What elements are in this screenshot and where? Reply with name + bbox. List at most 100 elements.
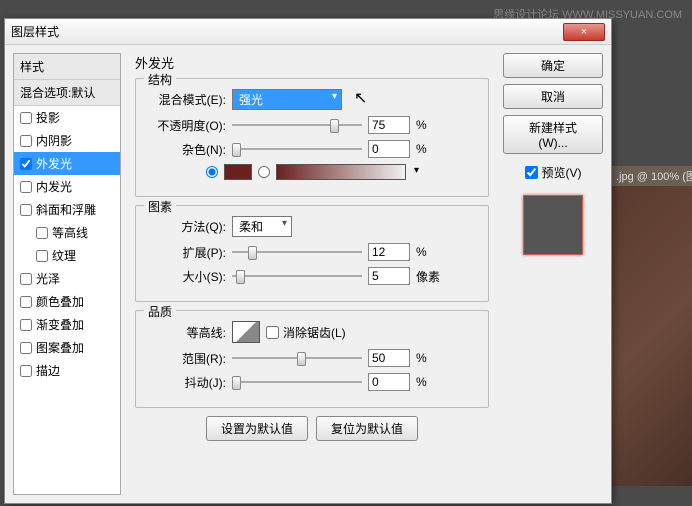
style-item-checkbox[interactable] <box>20 296 32 308</box>
preview-checkbox[interactable]: 预览(V) <box>503 164 603 181</box>
antialias-checkbox[interactable]: 消除锯齿(L) <box>266 324 346 341</box>
jitter-input[interactable] <box>368 373 410 391</box>
new-style-button[interactable]: 新建样式(W)... <box>503 115 603 154</box>
preview-swatch <box>523 195 583 255</box>
style-item-checkbox[interactable] <box>20 365 32 377</box>
contour-picker[interactable] <box>232 321 260 343</box>
center-panel: 外发光 结构 混合模式(E): 强光 不透明度(O): % 杂色(N): <box>129 53 495 495</box>
set-default-button[interactable]: 设置为默认值 <box>206 416 308 441</box>
preview-label: 预览(V) <box>542 164 582 181</box>
style-item-checkbox[interactable] <box>20 319 32 331</box>
style-item-label: 图案叠加 <box>36 339 84 356</box>
style-item-label: 渐变叠加 <box>36 316 84 333</box>
elements-group: 图素 方法(Q): 柔和 扩展(P): % 大小(S): 像素 <box>135 205 489 302</box>
jitter-unit: % <box>416 375 442 389</box>
style-item-7[interactable]: 光泽 <box>14 267 120 290</box>
preview-check-input[interactable] <box>525 166 538 179</box>
style-item-checkbox[interactable] <box>20 158 32 170</box>
bg-document-tab: .jpg @ 100% (图层 1 <box>612 166 692 186</box>
style-item-label: 纹理 <box>52 247 76 264</box>
style-item-checkbox[interactable] <box>20 204 32 216</box>
structure-group: 结构 混合模式(E): 强光 不透明度(O): % 杂色(N): % <box>135 78 489 197</box>
style-item-checkbox[interactable] <box>20 273 32 285</box>
spread-unit: % <box>416 245 442 259</box>
style-item-checkbox[interactable] <box>20 181 32 193</box>
range-unit: % <box>416 351 442 365</box>
style-item-6[interactable]: 纹理 <box>14 244 120 267</box>
style-item-9[interactable]: 渐变叠加 <box>14 313 120 336</box>
reset-default-button[interactable]: 复位为默认值 <box>316 416 418 441</box>
spread-input[interactable] <box>368 243 410 261</box>
right-panel: 确定 取消 新建样式(W)... 预览(V) <box>503 53 603 495</box>
style-item-1[interactable]: 内阴影 <box>14 129 120 152</box>
style-item-2[interactable]: 外发光 <box>14 152 120 175</box>
size-input[interactable] <box>368 267 410 285</box>
style-item-10[interactable]: 图案叠加 <box>14 336 120 359</box>
quality-group: 品质 等高线: 消除锯齿(L) 范围(R): % 抖动(J): <box>135 310 489 408</box>
noise-unit: % <box>416 142 442 156</box>
style-item-label: 投影 <box>36 109 60 126</box>
size-unit: 像素 <box>416 268 442 285</box>
range-label: 范围(R): <box>146 350 226 367</box>
solid-color-radio[interactable] <box>206 166 218 178</box>
elements-group-title: 图素 <box>144 198 176 215</box>
style-item-checkbox[interactable] <box>20 135 32 147</box>
style-item-3[interactable]: 内发光 <box>14 175 120 198</box>
style-item-label: 光泽 <box>36 270 60 287</box>
spread-label: 扩展(P): <box>146 244 226 261</box>
style-item-checkbox[interactable] <box>36 250 48 262</box>
dialog-title: 图层样式 <box>11 23 563 40</box>
size-label: 大小(S): <box>146 268 226 285</box>
gradient-picker[interactable] <box>276 164 406 180</box>
contour-label: 等高线: <box>146 324 226 341</box>
range-slider[interactable] <box>232 357 362 359</box>
noise-input[interactable] <box>368 140 410 158</box>
color-swatch[interactable] <box>224 164 252 180</box>
style-item-checkbox[interactable] <box>36 227 48 239</box>
style-item-8[interactable]: 颜色叠加 <box>14 290 120 313</box>
spread-slider[interactable] <box>232 251 362 253</box>
style-item-4[interactable]: 斜面和浮雕 <box>14 198 120 221</box>
size-slider[interactable] <box>232 275 362 277</box>
jitter-label: 抖动(J): <box>146 374 226 391</box>
style-item-label: 等高线 <box>52 224 88 241</box>
blend-mode-label: 混合模式(E): <box>146 91 226 108</box>
structure-group-title: 结构 <box>144 71 176 88</box>
panel-title: 外发光 <box>135 53 489 72</box>
style-item-checkbox[interactable] <box>20 342 32 354</box>
bg-texture-image <box>612 186 692 486</box>
style-item-label: 外发光 <box>36 155 72 172</box>
blending-options-default[interactable]: 混合选项:默认 <box>14 80 120 106</box>
style-item-label: 内发光 <box>36 178 72 195</box>
close-button[interactable]: × <box>563 23 605 41</box>
blend-mode-dropdown[interactable]: 强光 <box>232 89 342 110</box>
style-item-5[interactable]: 等高线 <box>14 221 120 244</box>
ok-button[interactable]: 确定 <box>503 53 603 78</box>
style-item-11[interactable]: 描边 <box>14 359 120 382</box>
opacity-slider[interactable] <box>232 124 362 126</box>
jitter-slider[interactable] <box>232 381 362 383</box>
opacity-unit: % <box>416 118 442 132</box>
gradient-radio[interactable] <box>258 166 270 178</box>
style-item-label: 描边 <box>36 362 60 379</box>
cancel-button[interactable]: 取消 <box>503 84 603 109</box>
opacity-label: 不透明度(O): <box>146 117 226 134</box>
style-list-header[interactable]: 样式 <box>14 54 120 80</box>
style-item-label: 内阴影 <box>36 132 72 149</box>
style-item-label: 斜面和浮雕 <box>36 201 96 218</box>
quality-group-title: 品质 <box>144 303 176 320</box>
range-input[interactable] <box>368 349 410 367</box>
method-dropdown[interactable]: 柔和 <box>232 216 292 237</box>
layer-style-dialog: 图层样式 × 样式 混合选项:默认 投影内阴影外发光内发光斜面和浮雕等高线纹理光… <box>4 18 612 504</box>
antialias-label: 消除锯齿(L) <box>283 324 346 341</box>
titlebar: 图层样式 × <box>5 19 611 45</box>
method-label: 方法(Q): <box>146 218 226 235</box>
noise-label: 杂色(N): <box>146 141 226 158</box>
style-item-checkbox[interactable] <box>20 112 32 124</box>
style-list: 样式 混合选项:默认 投影内阴影外发光内发光斜面和浮雕等高线纹理光泽颜色叠加渐变… <box>13 53 121 495</box>
noise-slider[interactable] <box>232 148 362 150</box>
antialias-check-input[interactable] <box>266 326 279 339</box>
style-item-label: 颜色叠加 <box>36 293 84 310</box>
style-item-0[interactable]: 投影 <box>14 106 120 129</box>
opacity-input[interactable] <box>368 116 410 134</box>
